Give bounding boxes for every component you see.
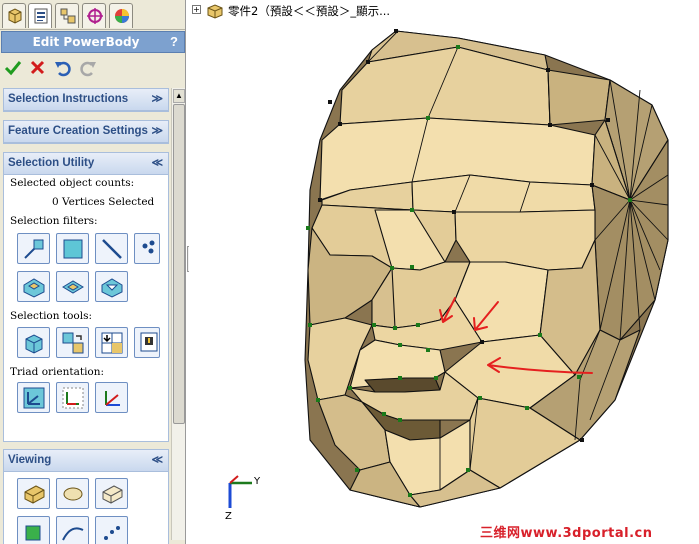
view-smooth-button[interactable] (56, 478, 89, 509)
redo-button[interactable] (78, 58, 98, 78)
selection-tools-label: Selection tools: (10, 310, 93, 322)
redo-icon (80, 61, 96, 77)
dimxpert-tab[interactable] (82, 3, 106, 28)
curve-icon (62, 527, 84, 541)
grow-selection-button[interactable] (95, 327, 128, 358)
triad-icon (23, 387, 45, 409)
selected-counts-label: Selected object counts: (10, 177, 135, 189)
boss-icon (62, 280, 84, 294)
shrink-icon (140, 332, 158, 352)
part-name[interactable]: 零件2（預設＜＜預設＞_顯示... (228, 3, 390, 19)
group-title: Feature Creation Settings (8, 125, 148, 137)
cage-icon (25, 525, 41, 541)
shrink-selection-button[interactable] (134, 327, 160, 358)
scroll-up-arrow[interactable]: ▲ (173, 89, 185, 103)
configuration-manager-icon (60, 8, 76, 24)
selection-instructions-group[interactable]: Selection Instructions ≫ (3, 88, 169, 112)
part-icon (206, 3, 224, 22)
feature-manager-icon (8, 8, 22, 24)
smooth-body-icon (63, 487, 83, 501)
invert-icon (62, 332, 84, 354)
axis-y-label: Y (254, 476, 261, 487)
property-manager-icon (34, 8, 48, 24)
select-pocket-button[interactable] (17, 271, 50, 302)
group-title: Selection Utility (8, 157, 95, 169)
expand-icon[interactable]: ≫ (151, 124, 163, 137)
grow-icon (101, 332, 123, 354)
property-manager-tab[interactable] (28, 3, 52, 28)
points-filter-icon (142, 240, 155, 254)
cancel-button[interactable] (28, 58, 48, 78)
panel-title: Edit PowerBody (32, 35, 140, 49)
filter-faces-button[interactable] (56, 233, 89, 264)
wireframe-box-icon (102, 485, 123, 504)
property-manager-panel: Edit PowerBody ? Selection Instructions ≫… (0, 0, 186, 544)
check-icon (4, 61, 22, 76)
pocket-icon (23, 278, 45, 298)
view-shaded-button[interactable] (17, 478, 50, 509)
selection-filters-label: Selection filters: (10, 215, 98, 227)
selection-utility-group: Selection Utility ≪ Selected object count… (3, 152, 169, 442)
group-header[interactable]: Selection Utility ≪ (4, 153, 168, 175)
select-boss-button[interactable] (56, 271, 89, 302)
x-icon (30, 60, 45, 75)
filter-edges-button[interactable] (95, 233, 128, 264)
view-curves-button[interactable] (56, 516, 89, 544)
select-cavity-button[interactable] (95, 271, 128, 302)
scroll-thumb[interactable] (173, 104, 185, 424)
collapse-icon[interactable]: ≪ (151, 156, 163, 169)
panel-scrollbar[interactable]: ▲ (171, 88, 185, 540)
configuration-manager-tab[interactable] (55, 3, 79, 28)
face-model[interactable] (189, 0, 699, 544)
edge-filter-icon (102, 239, 122, 259)
help-button[interactable]: ? (170, 34, 178, 49)
undo-icon (55, 61, 71, 77)
group-header[interactable]: Viewing ≪ (4, 450, 168, 472)
watermark: 三维网www.3dportal.cn (480, 526, 653, 541)
group-title: Viewing (8, 454, 52, 466)
group-header[interactable]: Selection Instructions ≫ (4, 89, 168, 111)
cavity-icon (101, 278, 123, 298)
panel-title-bar: Edit PowerBody ? (1, 31, 185, 53)
graphics-viewport[interactable]: Y Z (189, 0, 699, 544)
select-all-button[interactable] (17, 327, 50, 358)
tree-expander[interactable]: + (192, 5, 201, 14)
dim-xpert-icon (87, 8, 103, 24)
group-header[interactable]: Feature Creation Settings ≫ (4, 121, 168, 143)
selected-counts-value: 0 Vertices Selected (52, 196, 155, 208)
group-title: Selection Instructions (8, 93, 129, 105)
cube-icon (25, 334, 43, 354)
triad-orientation-label: Triad orientation: (10, 366, 105, 378)
triad-global-button[interactable] (95, 382, 128, 413)
ok-button[interactable] (3, 58, 23, 78)
triad-align-button[interactable] (56, 382, 89, 413)
shaded-box-icon (24, 485, 45, 504)
face-filter-icon (63, 239, 83, 259)
invert-selection-button[interactable] (56, 327, 89, 358)
panel-tabs (0, 0, 185, 30)
expand-icon[interactable]: ≫ (151, 92, 163, 105)
triad-align-icon (62, 387, 84, 409)
display-manager-icon (115, 9, 129, 23)
axis-z-label: Z (225, 511, 232, 522)
triad-default-button[interactable] (17, 382, 50, 413)
feature-manager-tab[interactable] (2, 3, 26, 28)
view-cage-button[interactable] (17, 516, 50, 544)
app-window: Edit PowerBody ? Selection Instructions ≫… (0, 0, 699, 544)
panel-actions (0, 56, 185, 80)
view-points-button[interactable] (95, 516, 128, 544)
display-manager-tab[interactable] (109, 3, 133, 28)
view-wireframe-button[interactable] (95, 478, 128, 509)
filter-points-button[interactable] (134, 233, 160, 264)
feature-creation-settings-group[interactable]: Feature Creation Settings ≫ (3, 120, 169, 144)
filter-vertices-button[interactable] (17, 233, 50, 264)
viewing-group: Viewing ≪ (3, 449, 169, 544)
vertex-filter-icon (24, 239, 44, 259)
triad-global-icon (105, 391, 120, 406)
undo-button[interactable] (53, 58, 73, 78)
points-icon (104, 526, 120, 540)
collapse-icon[interactable]: ≪ (151, 453, 163, 466)
